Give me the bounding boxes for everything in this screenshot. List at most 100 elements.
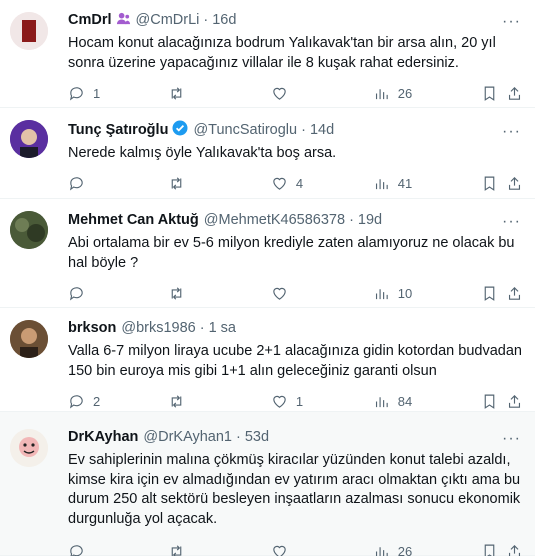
display-name[interactable]: CmDrl — [68, 12, 112, 28]
display-name[interactable]: Tunç Şatıroğlu — [68, 122, 168, 138]
share-button[interactable] — [506, 85, 523, 102]
like-count: 4 — [295, 176, 304, 191]
display-name[interactable]: Mehmet Can Aktuğ — [68, 212, 199, 228]
timestamp[interactable]: 16d — [212, 12, 236, 28]
scrollbar-track[interactable] — [535, 0, 559, 556]
reply-icon — [69, 394, 83, 409]
timestamp[interactable]: 53d — [245, 429, 269, 445]
action-bar: 1 26 — [68, 83, 523, 103]
tweet[interactable]: Mehmet Can Aktuğ @MehmetK46586378 · 19d … — [0, 199, 535, 308]
share-icon — [508, 286, 521, 300]
share-button[interactable] — [506, 285, 523, 302]
verified-icon — [172, 120, 188, 140]
bookmark-button[interactable] — [481, 393, 506, 410]
bookmark-button[interactable] — [481, 543, 506, 556]
tweet-text: Ev sahiplerinin malına çökmüş kiracılar … — [68, 452, 521, 527]
more-options-icon[interactable]: ··· — [502, 214, 521, 230]
avatar-image — [10, 320, 48, 358]
user-handle[interactable]: @DrKAyhan1 — [143, 429, 232, 445]
reply-button[interactable]: 2 — [68, 393, 168, 410]
bookmark-icon — [484, 394, 494, 409]
bookmark-button[interactable] — [481, 175, 506, 192]
more-options-icon[interactable]: ··· — [502, 431, 521, 447]
like-icon — [273, 287, 286, 300]
avatar[interactable] — [10, 12, 48, 50]
retweet-icon — [171, 286, 182, 300]
bookmark-button[interactable] — [481, 85, 506, 102]
avatar[interactable] — [10, 120, 48, 158]
like-button[interactable] — [271, 85, 373, 102]
views-button[interactable]: 10 — [373, 285, 481, 302]
like-icon — [273, 395, 286, 408]
bookmark-icon — [484, 176, 494, 191]
action-bar: 10 — [68, 283, 523, 303]
separator-dot: · — [349, 212, 354, 228]
avatar[interactable] — [10, 429, 48, 467]
like-button[interactable]: 1 — [271, 393, 373, 410]
more-options-icon[interactable]: ··· — [502, 124, 521, 140]
timestamp[interactable]: 1 sa — [209, 320, 236, 336]
share-icon — [508, 544, 521, 556]
display-name[interactable]: brkson — [68, 320, 116, 336]
reply-button[interactable] — [68, 285, 168, 302]
bookmark-icon — [484, 544, 494, 556]
views-icon — [375, 396, 388, 407]
reply-button[interactable] — [68, 543, 168, 556]
views-button[interactable]: 84 — [373, 393, 481, 410]
user-group-icon — [116, 11, 131, 30]
bookmark-icon — [484, 86, 494, 101]
bookmark-button[interactable] — [481, 285, 506, 302]
reply-count: 1 — [93, 85, 101, 101]
views-icon — [375, 88, 388, 99]
retweet-button[interactable] — [168, 285, 271, 302]
like-button[interactable] — [271, 285, 373, 302]
display-name[interactable]: DrKAyhan — [68, 429, 138, 445]
like-button[interactable] — [271, 543, 373, 556]
views-button[interactable]: 26 — [373, 85, 481, 102]
user-handle[interactable]: @TuncSatiroglu — [193, 122, 297, 138]
bookmark-icon — [484, 286, 494, 301]
avatar-image — [10, 211, 48, 249]
timestamp[interactable]: 14d — [310, 122, 334, 138]
separator-dot: · — [301, 122, 306, 138]
more-options-icon[interactable]: ··· — [502, 14, 521, 30]
avatar-image — [10, 429, 48, 467]
tweet-header: brkson @brks1986 · 1 sa — [68, 318, 523, 338]
reply-icon — [70, 544, 83, 556]
like-icon — [273, 545, 286, 556]
views-icon — [375, 288, 388, 299]
retweet-button[interactable] — [168, 543, 271, 556]
tweet[interactable]: Tunç Şatıroğlu @TuncSatiroglu · 14d ··· … — [0, 108, 535, 199]
reply-count: 2 — [93, 393, 101, 409]
tweet[interactable]: DrKAyhan @DrKAyhan1 · 53d ··· Ev sahiple… — [0, 412, 535, 556]
like-count: 1 — [295, 393, 304, 409]
views-button[interactable]: 26 — [373, 543, 481, 556]
tweet-text: Nerede kalmış öyle Yalıkavak'ta boş arsa… — [68, 145, 337, 161]
retweet-button[interactable] — [168, 175, 271, 192]
share-button[interactable] — [506, 543, 523, 556]
share-button[interactable] — [506, 175, 523, 192]
user-handle[interactable]: @CmDrLi — [136, 12, 200, 28]
tweet[interactable]: brkson @brks1986 · 1 sa Valla 6-7 milyon… — [0, 308, 535, 412]
share-button[interactable] — [506, 393, 523, 410]
retweet-icon — [171, 544, 182, 556]
avatar[interactable] — [10, 211, 48, 249]
reply-button[interactable] — [68, 175, 168, 192]
views-count: 26 — [397, 85, 413, 101]
separator-dot: · — [235, 429, 241, 445]
reply-icon — [69, 177, 83, 191]
tweet[interactable]: CmDrl @CmDrLi · 16d ··· Hocam konut alac… — [0, 0, 535, 108]
retweet-button[interactable] — [168, 393, 271, 410]
timestamp[interactable]: 19d — [358, 212, 382, 228]
avatar[interactable] — [10, 320, 48, 358]
separator-dot: · — [199, 320, 205, 336]
user-handle[interactable]: @MehmetK46586378 — [204, 212, 345, 228]
reply-button[interactable]: 1 — [68, 85, 168, 102]
reply-feed: CmDrl @CmDrLi · 16d ··· Hocam konut alac… — [0, 0, 535, 556]
like-button[interactable]: 4 — [271, 175, 373, 192]
retweet-button[interactable] — [168, 85, 271, 102]
views-button[interactable]: 41 — [373, 175, 481, 192]
views-icon — [375, 546, 388, 556]
user-handle[interactable]: @brks1986 — [121, 320, 195, 336]
views-count: 41 — [397, 176, 413, 191]
